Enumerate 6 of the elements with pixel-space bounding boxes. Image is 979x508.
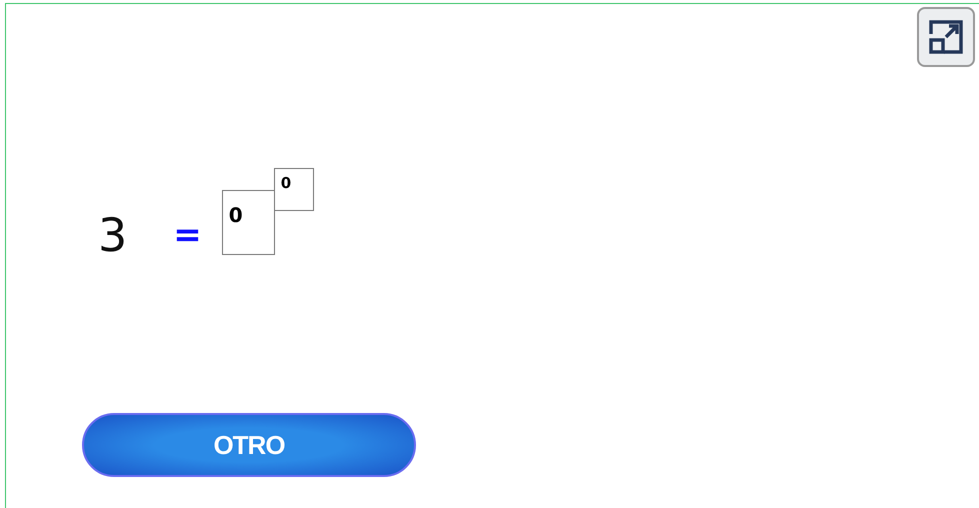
number: 3 (98, 212, 128, 258)
fullscreen-button[interactable] (917, 7, 975, 67)
equals-sign: = (173, 218, 202, 252)
exponent-input-field[interactable]: 0 (274, 168, 314, 211)
base-input-field[interactable]: 0 (222, 190, 275, 255)
otro-button[interactable]: OTRO (82, 413, 416, 477)
